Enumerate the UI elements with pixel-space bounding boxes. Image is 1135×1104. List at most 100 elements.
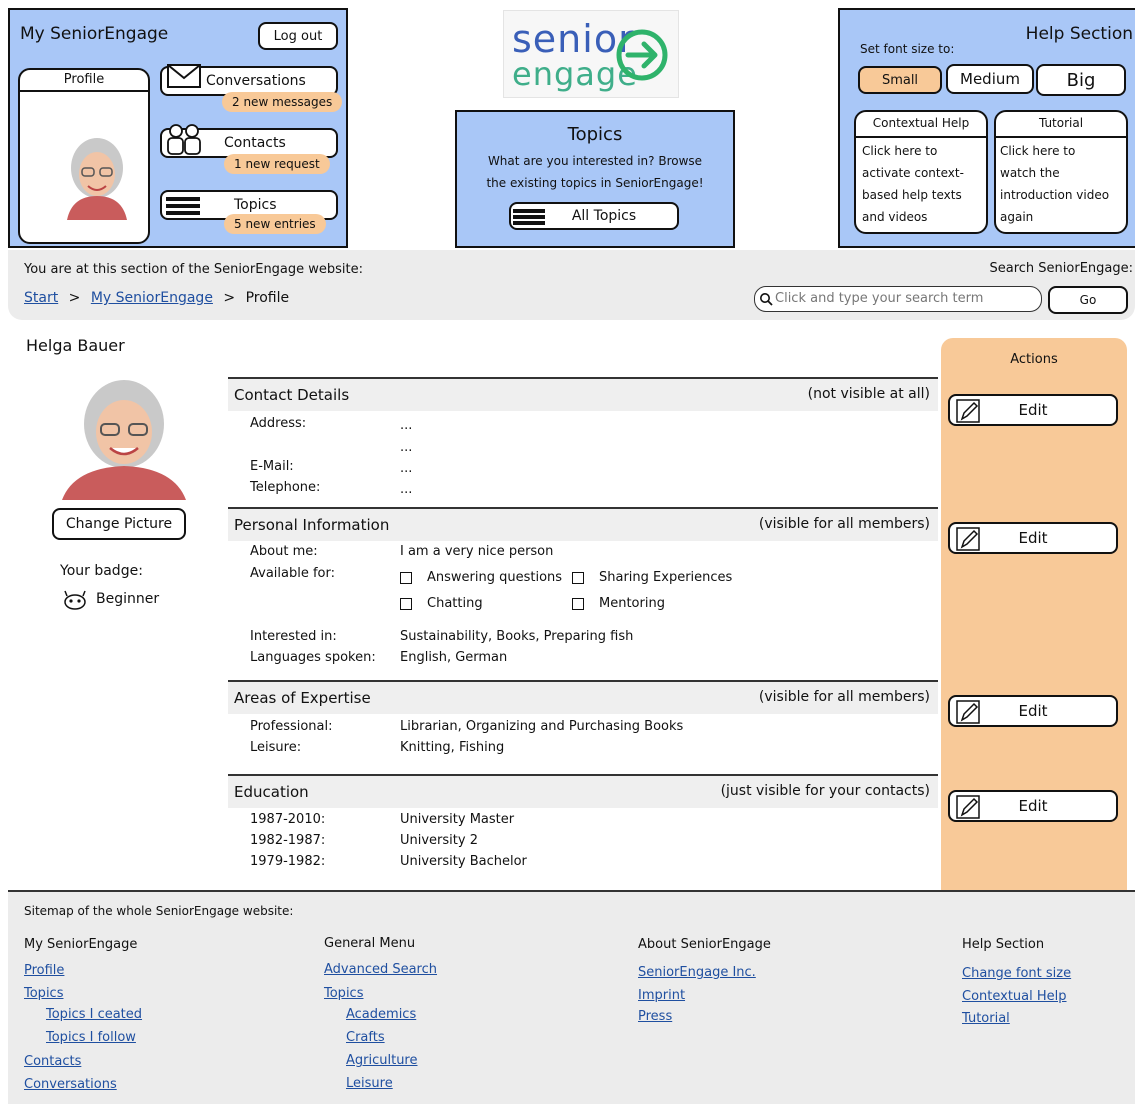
sitemap-link-contacts[interactable]: Contacts: [24, 1054, 81, 1069]
tutorial-divider: [996, 136, 1126, 138]
checkbox-mentoring[interactable]: [572, 598, 584, 610]
avatar: [67, 138, 127, 220]
sitemap-link-leisure[interactable]: Leisure: [346, 1076, 393, 1091]
sitemap-link-imprint[interactable]: Imprint: [638, 988, 685, 1003]
field-label: Leisure:: [250, 740, 302, 755]
visibility-label: (visible for all members): [758, 689, 930, 705]
breadcrumb-separator: >: [68, 290, 81, 306]
expertise-header: Areas of Expertise (visible for all memb…: [228, 680, 938, 714]
topics-panel: Topics What are you interested in? Brows…: [455, 110, 735, 248]
people-icon: [167, 124, 201, 155]
breadcrumb-start-link[interactable]: Start: [24, 290, 58, 306]
font-size-label: Set font size to:: [860, 42, 955, 56]
conversations-badge: 2 new messages: [222, 92, 343, 112]
sitemap-link-tutorial[interactable]: Tutorial: [962, 1011, 1010, 1026]
field-value: Librarian, Organizing and Purchasing Boo…: [400, 719, 684, 734]
field-value: English, German: [400, 650, 508, 665]
field-value: Sustainability, Books, Preparing fish: [400, 629, 634, 644]
topics-panel-text-1: What are you interested in? Browse: [487, 154, 703, 168]
sitemap-link-topics[interactable]: Topics: [24, 986, 63, 1001]
search-placeholder: Click and type your search term: [775, 291, 984, 306]
envelope-icon: [167, 64, 201, 88]
field-value: ...: [400, 482, 413, 497]
field-label: Interested in:: [250, 629, 337, 644]
education-years: 1982-1987:: [250, 833, 326, 848]
all-topics-label: All Topics: [571, 208, 637, 224]
font-small-button[interactable]: Small: [858, 66, 942, 94]
breadcrumb-current: Profile: [245, 290, 290, 306]
sitemap-link-crafts[interactable]: Crafts: [346, 1030, 385, 1045]
education-header: Education (just visible for your contact…: [228, 774, 938, 808]
breadcrumb-my-link[interactable]: My SeniorEngage: [91, 290, 213, 306]
contacts-label: Contacts: [224, 135, 286, 151]
contextual-help-line: and videos: [862, 210, 928, 224]
search-go-button[interactable]: Go: [1048, 286, 1128, 314]
tutorial-line: again: [1000, 210, 1034, 224]
senior-engage-logo[interactable]: senior engage: [503, 10, 679, 98]
checkbox-answering[interactable]: [400, 572, 412, 584]
education-years: 1979-1982:: [250, 854, 326, 869]
personal-info-header: Personal Information (visible for all me…: [228, 507, 938, 541]
change-picture-button[interactable]: Change Picture: [52, 508, 186, 540]
breadcrumb-separator: >: [223, 290, 236, 306]
contextual-help-card[interactable]: Contextual Help Click here to activate c…: [854, 110, 988, 234]
sitemap-col-my-head: My SeniorEngage: [24, 937, 138, 952]
profile-photo: [52, 372, 192, 500]
edit-personal-info-button[interactable]: Edit: [948, 522, 1118, 554]
actions-title: Actions: [1010, 352, 1058, 367]
checkbox-label: Chatting: [427, 596, 483, 611]
help-panel-title: Help Section: [1025, 24, 1133, 44]
section-title: Contact Details: [234, 386, 350, 404]
badge-label: Your badge:: [60, 563, 143, 579]
search-label: Search SeniorEngage:: [989, 261, 1134, 276]
my-senior-engage-panel: My SeniorEngage Log out Profile Conversa…: [8, 8, 348, 248]
edit-education-button[interactable]: Edit: [948, 790, 1118, 822]
sitemap-link-topics-follow[interactable]: Topics I follow: [46, 1030, 136, 1045]
sitemap-link-topics-general[interactable]: Topics: [324, 986, 363, 1001]
sitemap-link-font-size[interactable]: Change font size: [962, 966, 1071, 981]
edit-label: Edit: [1018, 401, 1048, 419]
checkbox-label: Sharing Experiences: [599, 570, 733, 585]
profile-card-label: Profile: [63, 72, 105, 87]
field-value: ...: [400, 461, 413, 476]
font-medium-button[interactable]: Medium: [946, 64, 1034, 94]
my-panel-title: My SeniorEngage: [20, 24, 169, 44]
sitemap-link-conversations[interactable]: Conversations: [24, 1077, 117, 1092]
field-value: ...: [400, 418, 413, 433]
profile-name: Helga Bauer: [26, 336, 125, 355]
topics-badge: 5 new entries: [224, 214, 326, 234]
sitemap-link-inc[interactable]: SeniorEngage Inc.: [638, 965, 756, 980]
edit-label: Edit: [1018, 529, 1048, 547]
field-label: Professional:: [250, 719, 333, 734]
checkbox-chatting[interactable]: [400, 598, 412, 610]
sitemap-footer: Sitemap of the whole SeniorEngage websit…: [8, 890, 1135, 1104]
visibility-label: (just visible for your contacts): [720, 783, 930, 799]
contextual-help-line: Click here to: [862, 144, 938, 158]
field-label: E-Mail:: [250, 459, 294, 474]
tutorial-line: Click here to: [1000, 144, 1076, 158]
tutorial-card[interactable]: Tutorial Click here to watch the introdu…: [994, 110, 1128, 234]
tutorial-title: Tutorial: [1038, 116, 1084, 130]
field-label: Address:: [250, 416, 307, 431]
sitemap-link-advanced-search[interactable]: Advanced Search: [324, 962, 437, 977]
sitemap-link-contextual-help[interactable]: Contextual Help: [962, 989, 1067, 1004]
field-label: Telephone:: [250, 480, 321, 495]
edit-expertise-button[interactable]: Edit: [948, 695, 1118, 727]
logout-button[interactable]: Log out: [258, 22, 338, 50]
badge-value: Beginner: [96, 591, 160, 607]
edit-contact-details-button[interactable]: Edit: [948, 394, 1118, 426]
breadcrumb: Start > My SeniorEngage > Profile: [24, 290, 289, 306]
field-value: Knitting, Fishing: [400, 740, 505, 755]
conversations-label: Conversations: [206, 73, 306, 89]
font-big-button[interactable]: Big: [1036, 64, 1126, 96]
sitemap-link-academics[interactable]: Academics: [346, 1007, 416, 1022]
sitemap-link-profile[interactable]: Profile: [24, 963, 64, 978]
sitemap-link-agriculture[interactable]: Agriculture: [346, 1053, 418, 1068]
search-input[interactable]: Click and type your search term: [754, 286, 1042, 312]
navigation-bar: You are at this section of the SeniorEng…: [8, 250, 1135, 320]
sitemap-link-topics-created[interactable]: Topics I ceated: [46, 1007, 142, 1022]
profile-card[interactable]: Profile: [18, 68, 150, 244]
sitemap-link-press[interactable]: Press: [638, 1009, 672, 1024]
checkbox-sharing[interactable]: [572, 572, 584, 584]
list-icon: [513, 209, 545, 225]
